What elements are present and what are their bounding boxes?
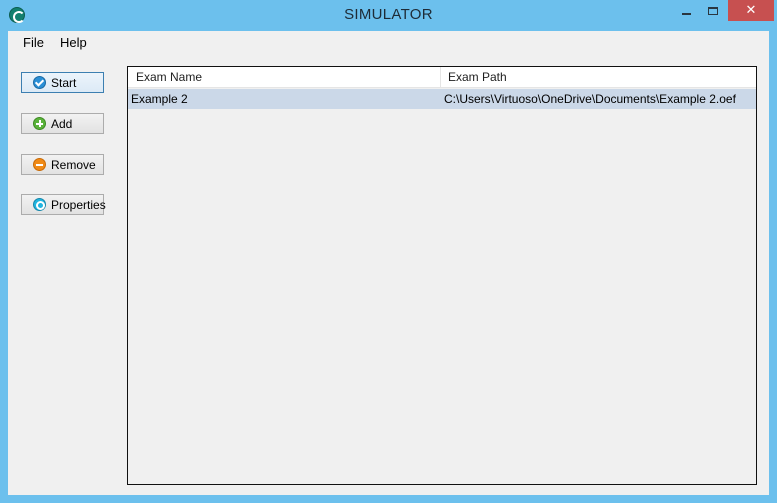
menu-bar: File Help (8, 31, 769, 55)
menu-help[interactable]: Help (52, 31, 95, 55)
close-button[interactable]: ✕ (728, 0, 774, 21)
app-window: SIMULATOR ✕ File Help Start Add Remove P… (0, 0, 777, 503)
maximize-button[interactable] (700, 0, 726, 21)
title-bar[interactable]: SIMULATOR ✕ (0, 0, 777, 31)
check-icon (33, 76, 46, 89)
menu-file[interactable]: File (15, 31, 52, 55)
exam-name-cell: Example 2 (131, 92, 188, 106)
remove-button-label: Remove (51, 157, 96, 172)
start-button-label: Start (51, 75, 77, 90)
add-button-label: Add (51, 116, 73, 131)
minus-icon (33, 158, 46, 171)
minimize-button[interactable] (673, 0, 699, 21)
remove-button[interactable]: Remove (21, 154, 104, 175)
exam-path-cell: C:\Users\Virtuoso\OneDrive\Documents\Exa… (444, 92, 736, 106)
column-header-exam-path[interactable]: Exam Path (441, 67, 756, 88)
list-row[interactable]: Example 2 C:\Users\Virtuoso\OneDrive\Doc… (128, 89, 756, 109)
window-title: SIMULATOR (344, 6, 433, 23)
list-header: Exam Name Exam Path (128, 67, 756, 88)
properties-icon (33, 198, 46, 211)
client-area: File Help Start Add Remove Properties Ex… (8, 31, 769, 495)
properties-button[interactable]: Properties (21, 194, 106, 215)
add-button[interactable]: Add (21, 113, 104, 134)
plus-icon (33, 117, 46, 130)
minimize-icon (681, 12, 691, 15)
start-button[interactable]: Start (21, 72, 104, 93)
maximize-icon (708, 6, 718, 15)
column-header-exam-name[interactable]: Exam Name (128, 67, 441, 88)
exam-list[interactable]: Exam Name Exam Path Example 2 C:\Users\V… (127, 66, 757, 485)
properties-button-label: Properties (51, 197, 106, 212)
close-icon: ✕ (745, 3, 757, 18)
